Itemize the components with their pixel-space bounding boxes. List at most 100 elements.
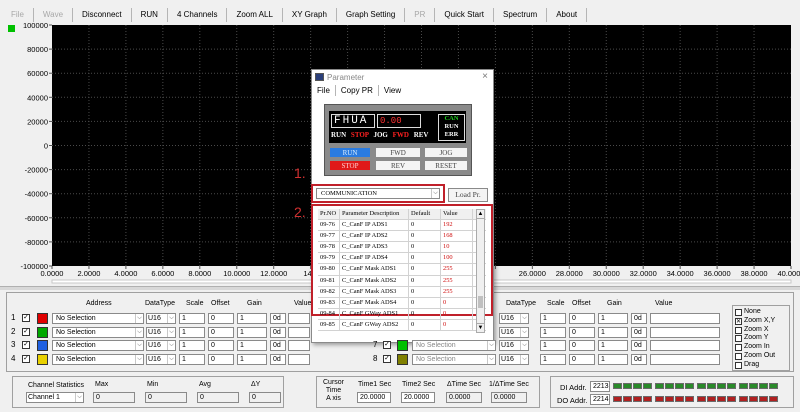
fwd-button[interactable]: FWD xyxy=(375,147,421,158)
row-value[interactable]: 168 xyxy=(441,231,473,242)
channel-offset-field[interactable]: 0 xyxy=(208,313,234,324)
do-address-field[interactable]: 2214 xyxy=(590,394,610,405)
menu-spectrum[interactable]: Spectrum xyxy=(494,8,548,22)
channel-enable-checkbox[interactable]: ✓ xyxy=(22,314,30,322)
menu-zoom-all[interactable]: Zoom ALL xyxy=(227,8,283,22)
channel-right-offset-field[interactable]: 0 xyxy=(569,353,595,365)
channel-right-gain-field[interactable]: 1 xyxy=(598,353,628,365)
channel-offset-field[interactable]: 0 xyxy=(208,340,234,351)
menu-quick-start[interactable]: Quick Start xyxy=(435,8,494,22)
table-row[interactable]: 09-80 C_CanF Mask ADS1 0 255 xyxy=(318,264,486,276)
channel-right-scale-field[interactable]: 1 xyxy=(540,313,566,324)
channel-right-offset-field[interactable]: 0 xyxy=(569,340,595,351)
channel-address-select[interactable]: No Selection ⌵ xyxy=(412,340,496,351)
table-row[interactable]: 09-76 C_CanF IP ADS1 0 192 xyxy=(318,220,486,232)
channel-enable-checkbox[interactable]: ✓ xyxy=(22,354,30,363)
table-row[interactable]: 09-85 C_CanF GWay ADS2 0 0 xyxy=(318,319,486,332)
row-value[interactable]: 0 xyxy=(441,319,473,331)
menu-disconnect[interactable]: Disconnect xyxy=(73,8,132,22)
channel-datatype-select[interactable]: U16 ⌵ xyxy=(146,353,176,365)
channel-gain-field[interactable]: 1 xyxy=(237,353,267,365)
scroll-thumb[interactable] xyxy=(478,296,483,308)
channel-enable-checkbox[interactable]: ✓ xyxy=(383,354,391,363)
table-row[interactable]: 09-77 C_CanF IP ADS2 0 168 xyxy=(318,231,486,243)
menu-about[interactable]: About xyxy=(547,8,588,22)
channel-right-scale-field[interactable]: 1 xyxy=(540,340,566,351)
row-value[interactable]: 10 xyxy=(441,242,473,253)
channel-color-swatch[interactable] xyxy=(37,313,48,324)
channel-right-datatype-select[interactable]: U16 ⌵ xyxy=(499,313,529,324)
channel-gain-field[interactable]: 1 xyxy=(237,340,267,351)
row-value[interactable]: 192 xyxy=(441,220,473,231)
channel-enable-checkbox[interactable]: ✓ xyxy=(22,341,30,349)
channel-datatype-select[interactable]: U16 ⌵ xyxy=(146,326,176,338)
channel-gain-field[interactable]: 1 xyxy=(237,326,267,338)
menu-run[interactable]: RUN xyxy=(132,8,168,22)
row-value[interactable]: 0 xyxy=(441,297,473,308)
zoom-option-checkbox[interactable] xyxy=(735,361,742,369)
channel-datatype-select[interactable]: U16 ⌵ xyxy=(146,340,176,351)
time2-field[interactable]: 20.0000 xyxy=(401,392,435,403)
channel-address-select[interactable]: No Selection ⌵ xyxy=(52,326,144,338)
channel-offset-field[interactable]: 0 xyxy=(208,326,234,338)
zoom-option-checkbox[interactable]: ✕ xyxy=(735,317,742,325)
zoom-option-checkbox[interactable] xyxy=(735,309,742,316)
menu-xy-graph[interactable]: XY Graph xyxy=(283,8,337,22)
channel-enable-checkbox[interactable]: ✓ xyxy=(383,341,391,349)
zoom-option-checkbox[interactable] xyxy=(735,335,742,343)
channel-right-scale-field[interactable]: 1 xyxy=(540,326,566,338)
row-value[interactable]: 255 xyxy=(441,286,473,297)
channel-right-scale-field[interactable]: 1 xyxy=(540,353,566,365)
table-row[interactable]: 09-84 C_CanF GWay ADS1 0 0 xyxy=(318,308,486,320)
channel-datatype-select[interactable]: U16 ⌵ xyxy=(146,313,176,324)
channel-right-gain-field[interactable]: 1 xyxy=(598,340,628,351)
table-row[interactable]: 09-78 C_CanF IP ADS3 0 10 xyxy=(318,242,486,254)
channel-offset-field[interactable]: 0 xyxy=(208,353,234,365)
zoom-option-checkbox[interactable] xyxy=(735,326,742,334)
table-row[interactable]: 09-79 C_CanF IP ADS4 0 100 xyxy=(318,253,486,265)
channel-address-select[interactable]: No Selection ⌵ xyxy=(412,353,496,365)
dialog-menu-view[interactable]: View xyxy=(379,85,406,96)
menu-graph-setting[interactable]: Graph Setting xyxy=(337,8,406,22)
row-value[interactable]: 255 xyxy=(441,264,473,275)
rev-button[interactable]: REV xyxy=(375,160,421,171)
jog-button[interactable]: JOG xyxy=(424,147,468,158)
stop-button[interactable]: STOP xyxy=(329,160,371,171)
scroll-down-icon[interactable]: ▼ xyxy=(477,323,484,332)
channel-scale-field[interactable]: 1 xyxy=(179,340,205,351)
reset-button[interactable]: RESET xyxy=(424,160,468,171)
channel-right-gain-field[interactable]: 1 xyxy=(598,313,628,324)
load-pr-button[interactable]: Load Pr. xyxy=(448,188,488,202)
di-address-field[interactable]: 2213 xyxy=(590,381,610,392)
channel-address-select[interactable]: No Selection ⌵ xyxy=(52,313,144,324)
channel-color-swatch[interactable] xyxy=(397,340,408,351)
parameter-group-select[interactable]: COMMUNICATION ⌵ xyxy=(316,188,440,199)
table-row[interactable]: 09-81 C_CanF Mask ADS2 0 255 xyxy=(318,275,486,287)
dialog-menu-file[interactable]: File xyxy=(312,85,336,96)
channel-scale-field[interactable]: 1 xyxy=(179,313,205,324)
channel-right-offset-field[interactable]: 0 xyxy=(569,326,595,338)
zoom-option-checkbox[interactable] xyxy=(735,344,742,352)
channel-right-gain-field[interactable]: 1 xyxy=(598,326,628,338)
channel-address-select[interactable]: No Selection ⌵ xyxy=(52,340,144,351)
channel-address-select[interactable]: No Selection ⌵ xyxy=(52,353,144,365)
channel-gain-field[interactable]: 1 xyxy=(237,313,267,324)
row-value[interactable]: 100 xyxy=(441,253,473,264)
channel-color-swatch[interactable] xyxy=(37,326,48,338)
channel-color-swatch[interactable] xyxy=(37,353,48,365)
close-icon[interactable]: × xyxy=(482,71,488,82)
table-row[interactable]: 09-82 C_CanF Mask ADS3 0 255 xyxy=(318,286,486,298)
table-row[interactable]: 09-83 C_CanF Mask ADS4 0 0 xyxy=(318,297,486,309)
channel-right-datatype-select[interactable]: U16 ⌵ xyxy=(499,326,529,338)
channel-right-offset-field[interactable]: 0 xyxy=(569,313,595,324)
channel-right-datatype-select[interactable]: U16 ⌵ xyxy=(499,353,529,365)
channel-enable-checkbox[interactable]: ✓ xyxy=(22,327,30,336)
time1-field[interactable]: 20.0000 xyxy=(357,392,391,403)
row-value[interactable]: 0 xyxy=(441,308,473,319)
table-scrollbar[interactable]: ▲ ▼ xyxy=(476,209,485,333)
channel-scale-field[interactable]: 1 xyxy=(179,326,205,338)
channel-scale-field[interactable]: 1 xyxy=(179,353,205,365)
channel-right-datatype-select[interactable]: U16 ⌵ xyxy=(499,340,529,351)
run-button[interactable]: RUN xyxy=(329,147,371,158)
dialog-menu-copy-pr[interactable]: Copy PR xyxy=(336,85,379,96)
